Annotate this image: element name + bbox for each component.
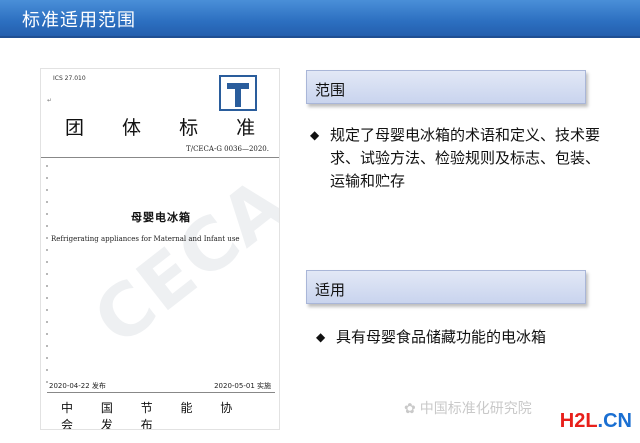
- document-english-name: Refrigerating appliances for Maternal an…: [51, 235, 240, 243]
- title-bar: 标准适用范围: [0, 0, 640, 38]
- document-ics-code: ICS 27.010: [53, 75, 86, 82]
- document-dotted-margin: [46, 165, 48, 385]
- range-bullet: ◆ 规定了母婴电冰箱的术语和定义、技术要求、试验方法、检验规则及标志、包装、运输…: [310, 124, 600, 193]
- document-divider: [41, 157, 279, 158]
- document-mark: ↵: [47, 97, 53, 104]
- apply-section-header: 适用: [306, 270, 586, 304]
- apply-bullet: ◆ 具有母婴食品储藏功能的电冰箱: [316, 326, 606, 349]
- brand-part1: H2L: [559, 410, 598, 432]
- apply-section-label: 适用: [315, 281, 346, 299]
- diamond-bullet-icon: ◆: [310, 128, 320, 142]
- document-heading: 团 体 标 准: [65, 117, 272, 139]
- document-product-name: 母婴电冰箱: [131, 211, 191, 224]
- document-implement-date: 2020-05-01 实施: [214, 382, 271, 390]
- wechat-icon: ✿: [404, 401, 416, 417]
- standard-logo-icon: [219, 75, 257, 111]
- brand-part2: .CN: [597, 410, 632, 432]
- document-issue-date: 2020-04-22 发布: [49, 382, 106, 390]
- slide-title: 标准适用范围: [22, 10, 136, 31]
- document-publisher: 中 国 节 能 协 会 发 布: [61, 401, 245, 430]
- range-section-header: 范围: [306, 70, 586, 104]
- document-standard-code: T/CECA-G 0036—2020.: [186, 145, 269, 153]
- range-bullet-text: 规定了母婴电冰箱的术语和定义、技术要求、试验方法、检验规则及标志、包装、运输和贮…: [330, 126, 601, 190]
- document-bottom-divider: [47, 392, 275, 393]
- diamond-bullet-icon: ◆: [316, 330, 326, 344]
- range-section-label: 范围: [315, 81, 346, 99]
- watermark-text: 中国标准化研究院: [419, 401, 532, 417]
- site-brand-logo: H2L.CN: [560, 410, 632, 433]
- standard-document-image: CECA ICS 27.010 ↵ 团 体 标 准 T/CECA-G 0036—…: [40, 68, 280, 430]
- apply-bullet-text: 具有母婴食品储藏功能的电冰箱: [336, 328, 547, 346]
- wechat-watermark: ✿ 中国标准化研究院: [404, 398, 532, 418]
- document-watermark: CECA: [78, 160, 280, 362]
